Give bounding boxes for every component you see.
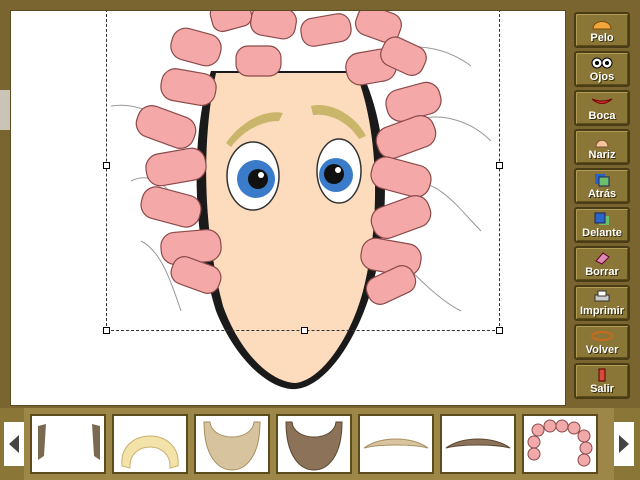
resize-handle[interactable] (301, 327, 308, 334)
arrow-left-icon (9, 435, 19, 453)
bring-front-button-label: Delante (582, 227, 622, 239)
drawing-canvas[interactable] (10, 10, 566, 406)
arrow-right-icon (619, 435, 629, 453)
erase-button[interactable]: Borrar (574, 246, 630, 282)
mouth-icon (576, 94, 628, 110)
bring-front-button[interactable]: Delante (574, 207, 630, 243)
back-button-label: Volver (585, 344, 619, 356)
thumbnail-brown-beard[interactable] (276, 414, 352, 474)
item-palette (0, 408, 640, 480)
thumbnail-strip (24, 408, 614, 480)
bring-front-icon (576, 211, 628, 227)
thumbnail-brown-mustache[interactable] (440, 414, 516, 474)
nose-icon (576, 133, 628, 149)
resize-handle[interactable] (103, 162, 110, 169)
thumbnail-light-beard[interactable] (194, 414, 270, 474)
thumbnail-pink-curlers[interactable] (522, 414, 598, 474)
thumbnail-light-mustache[interactable] (358, 414, 434, 474)
hair-button[interactable]: Pelo (574, 12, 630, 48)
hair-icon (576, 16, 628, 32)
tool-sidebar: Pelo Ojos Boca Nariz Atrás Delante Borra… (568, 6, 640, 410)
exit-icon (576, 367, 628, 383)
thumbnail-blonde-hair[interactable] (112, 414, 188, 474)
left-edge-panel (0, 90, 10, 130)
send-back-icon (576, 172, 628, 188)
scroll-left-button[interactable] (4, 422, 24, 466)
print-button[interactable]: Imprimir (574, 285, 630, 321)
mouth-button[interactable]: Boca (574, 90, 630, 126)
printer-icon (576, 289, 628, 305)
send-back-button-label: Atrás (587, 188, 617, 200)
eyes-button-label: Ojos (589, 71, 615, 83)
thumbnail-sideburns[interactable] (30, 414, 106, 474)
nose-button[interactable]: Nariz (574, 129, 630, 165)
print-button-label: Imprimir (579, 305, 624, 317)
hair-button-label: Pelo (590, 32, 614, 44)
mouth-button-label: Boca (588, 110, 616, 122)
erase-button-label: Borrar (585, 266, 619, 278)
selection-box[interactable] (103, 11, 503, 334)
send-back-button[interactable]: Atrás (574, 168, 630, 204)
scroll-right-button[interactable] (614, 422, 634, 466)
resize-handle[interactable] (103, 327, 110, 334)
back-icon (576, 328, 628, 344)
eraser-icon (576, 250, 628, 266)
resize-handle[interactable] (496, 327, 503, 334)
resize-handle[interactable] (496, 162, 503, 169)
exit-button-label: Salir (590, 383, 614, 395)
back-button[interactable]: Volver (574, 324, 630, 360)
eyes-button[interactable]: Ojos (574, 51, 630, 87)
nose-button-label: Nariz (588, 149, 616, 161)
exit-button[interactable]: Salir (574, 363, 630, 399)
eyes-icon (576, 55, 628, 71)
